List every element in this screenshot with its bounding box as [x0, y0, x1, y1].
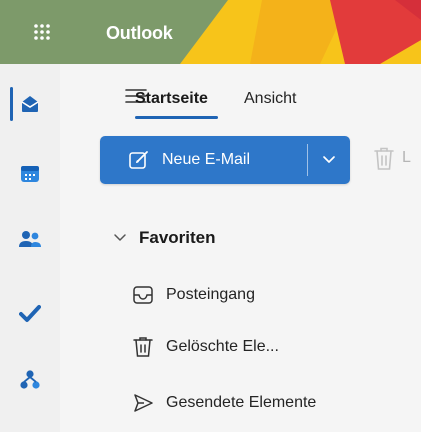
rail-item-todo[interactable]	[0, 286, 60, 342]
app-rail	[0, 64, 60, 432]
rail-item-people[interactable]	[0, 212, 60, 268]
folder-item-deleted[interactable]: Gelöschte Ele...	[132, 330, 279, 364]
new-mail-dropdown-button[interactable]	[308, 136, 350, 184]
folder-label: Gesendete Elemente	[166, 394, 317, 411]
tab-startseite[interactable]: Startseite	[135, 90, 208, 108]
favorites-section-header[interactable]: Favoriten	[113, 225, 216, 251]
tab-active-underline	[135, 116, 218, 119]
app-launcher-button[interactable]	[18, 0, 66, 64]
compose-icon	[129, 151, 148, 169]
new-mail-split-button: Neue E-Mail	[100, 136, 350, 184]
app-header: Outlook	[0, 0, 421, 64]
trash-icon	[133, 337, 153, 357]
new-mail-label: Neue E-Mail	[162, 151, 251, 168]
rail-item-calendar[interactable]	[0, 146, 60, 202]
waffle-icon	[34, 24, 50, 40]
mail-icon	[21, 96, 39, 112]
folder-item-sent[interactable]: Gesendete Elemente	[132, 386, 316, 420]
delete-button-label: L	[402, 149, 411, 166]
folder-item-inbox[interactable]: Posteingang	[132, 278, 255, 312]
tab-ansicht[interactable]: Ansicht	[244, 90, 296, 108]
rail-item-mail[interactable]	[0, 76, 60, 132]
new-mail-button[interactable]: Neue E-Mail	[100, 136, 306, 184]
ribbon	[60, 64, 421, 126]
chevron-down-icon	[114, 234, 126, 241]
trash-icon[interactable]	[372, 146, 396, 172]
inbox-icon	[133, 286, 153, 304]
people-icon	[19, 231, 41, 247]
calendar-icon	[21, 166, 39, 182]
app-title: Outlook	[106, 23, 173, 43]
send-icon	[134, 394, 153, 412]
favorites-label: Favoriten	[139, 228, 216, 247]
chevron-down-icon	[323, 156, 335, 163]
org-chart-icon	[20, 370, 40, 389]
folder-label: Gelöschte Ele...	[166, 338, 279, 355]
rail-item-org[interactable]	[0, 352, 60, 408]
checkmark-icon	[19, 305, 41, 322]
folder-label: Posteingang	[166, 286, 255, 303]
